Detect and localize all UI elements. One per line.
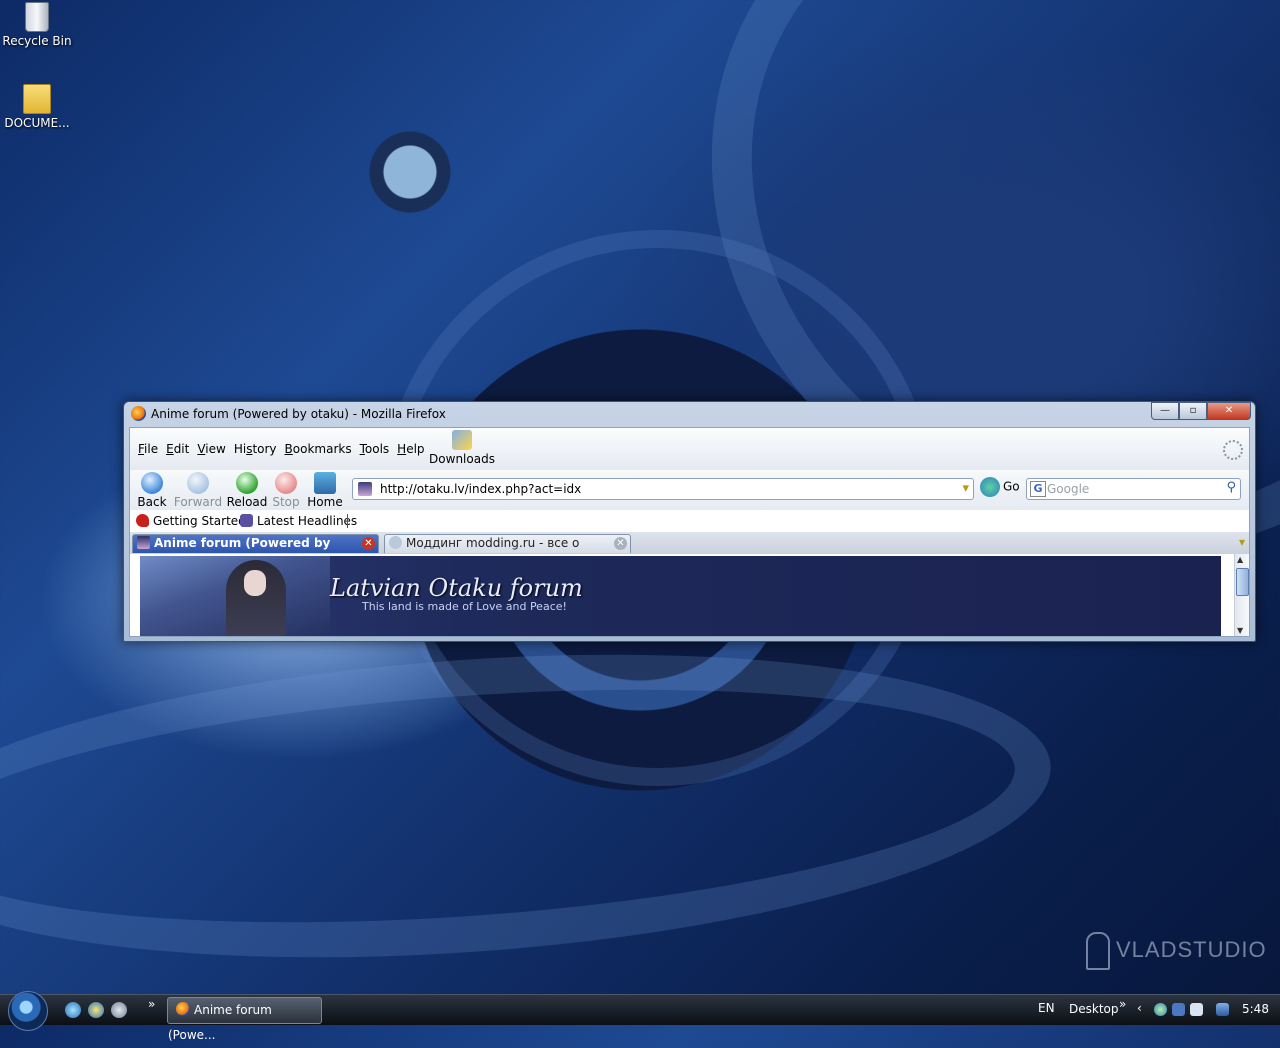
desktop-icon-label: DOCUME... bbox=[4, 116, 70, 130]
desktop-icon-documents[interactable]: DOCUME... bbox=[0, 84, 74, 130]
tab-anime-forum[interactable]: Anime forum (Powered by otaku) ✕ bbox=[132, 534, 379, 567]
navigation-toolbar: Back Forward Reload Stop Home http://ota… bbox=[130, 470, 1249, 511]
toolbar-separator bbox=[347, 514, 348, 528]
vladstudio-logo-icon bbox=[1086, 932, 1110, 970]
tab-modding[interactable]: Моддинг modding.ru - все о модди... ✕ bbox=[384, 534, 631, 567]
forward-arrow-icon bbox=[187, 472, 209, 494]
banner-subtitle: This land is made of Love and Peace! bbox=[362, 600, 567, 613]
tab-strip: Anime forum (Powered by otaku) ✕ Моддинг… bbox=[130, 532, 1249, 567]
downloads-label: Downloads bbox=[429, 452, 495, 466]
taskbar-button-firefox[interactable]: Anime forum (Powe... bbox=[167, 997, 322, 1042]
close-button[interactable]: ✕ bbox=[1207, 402, 1251, 420]
google-icon: G bbox=[1030, 481, 1046, 497]
bookmarks-toolbar: Getting Started Latest Headlines bbox=[130, 510, 1249, 533]
page-viewport: Latvian Otaku forum This land is made of… bbox=[130, 554, 1249, 636]
bookmark-getting-started[interactable]: Getting Started bbox=[136, 514, 246, 528]
tab-close-icon[interactable]: ✕ bbox=[614, 537, 627, 550]
dropdown-arrow-icon[interactable]: ▾ bbox=[962, 481, 969, 496]
menu-tools[interactable]: Tools bbox=[358, 442, 396, 456]
menu-file[interactable]: File bbox=[136, 442, 164, 456]
back-arrow-icon bbox=[141, 472, 163, 494]
tab-close-icon[interactable]: ✕ bbox=[362, 537, 375, 550]
firefox-window: Anime forum (Powered by otaku) - Mozilla… bbox=[123, 401, 1256, 642]
scrollbar-thumb[interactable] bbox=[1236, 568, 1249, 596]
start-button[interactable] bbox=[8, 991, 48, 1031]
reload-icon bbox=[236, 472, 258, 494]
folder-icon bbox=[23, 84, 51, 114]
tray-expand-icon[interactable]: ‹ bbox=[1137, 1001, 1142, 1015]
desktop-toolbar-label[interactable]: Desktop bbox=[1069, 1002, 1119, 1016]
menu-list: File Edit View History Bookmarks Tools H… bbox=[136, 442, 431, 456]
window-controls: — ▫ ✕ bbox=[1151, 402, 1251, 420]
tray-app-icon[interactable] bbox=[1190, 1003, 1203, 1016]
wallpaper-swoosh bbox=[0, 619, 1061, 993]
home-button[interactable]: Home bbox=[304, 472, 346, 509]
reload-button[interactable]: Reload bbox=[224, 472, 270, 509]
menu-bookmarks[interactable]: Bookmarks bbox=[283, 442, 358, 456]
quicklaunch-app-icon[interactable] bbox=[111, 1002, 127, 1018]
recycle-bin-icon bbox=[25, 2, 49, 32]
back-button[interactable]: Back bbox=[130, 472, 174, 509]
desktop-toolbar-more-icon[interactable]: » bbox=[1119, 997, 1126, 1011]
search-input[interactable]: G Google ⚲ bbox=[1026, 478, 1241, 500]
go-icon bbox=[980, 477, 1000, 497]
menu-edit[interactable]: Edit bbox=[164, 442, 195, 456]
throbber-icon bbox=[1223, 440, 1243, 460]
vertical-scrollbar[interactable]: ▲ ▼ bbox=[1234, 554, 1249, 636]
search-placeholder: Google bbox=[1047, 482, 1090, 496]
menu-history[interactable]: History bbox=[232, 442, 283, 456]
firefox-icon bbox=[131, 406, 146, 421]
window-title: Anime forum (Powered by otaku) - Mozilla… bbox=[151, 407, 446, 421]
desktop-icon-recycle-bin[interactable]: Recycle Bin bbox=[0, 2, 74, 48]
desktop-icon-label: Recycle Bin bbox=[2, 34, 72, 48]
scroll-down-icon[interactable]: ▼ bbox=[1237, 626, 1243, 635]
scroll-up-icon[interactable]: ▲ bbox=[1237, 555, 1243, 564]
minimize-button[interactable]: — bbox=[1151, 402, 1179, 420]
clock[interactable]: 5:48 bbox=[1242, 1002, 1269, 1016]
browser-chrome: File Edit View History Bookmarks Tools H… bbox=[129, 427, 1250, 637]
address-url: http://otaku.lv/index.php?act=idx bbox=[380, 482, 582, 496]
wallpaper-watermark: VLADSTUDIO bbox=[1086, 932, 1267, 970]
internet-explorer-icon[interactable] bbox=[88, 1002, 104, 1018]
site-favicon-icon bbox=[358, 482, 372, 496]
quicklaunch-more-icon[interactable]: » bbox=[148, 997, 155, 1011]
window-titlebar[interactable]: Anime forum (Powered by otaku) - Mozilla… bbox=[124, 402, 1255, 426]
firefox-icon bbox=[176, 1002, 190, 1016]
stop-button[interactable]: Stop bbox=[266, 472, 306, 509]
go-button[interactable]: Go bbox=[980, 477, 1020, 497]
maximize-button[interactable]: ▫ bbox=[1179, 402, 1207, 420]
facebook-icon[interactable] bbox=[1172, 1003, 1185, 1016]
menu-help[interactable]: Help bbox=[395, 442, 430, 456]
forum-banner: Latvian Otaku forum This land is made of… bbox=[140, 556, 1221, 636]
network-globe-icon[interactable] bbox=[1154, 1003, 1167, 1016]
quicklaunch-desktop-icon[interactable] bbox=[65, 1002, 81, 1018]
bookmark-latest-headlines[interactable]: Latest Headlines bbox=[240, 514, 357, 528]
downloads-button[interactable]: Downloads bbox=[429, 430, 495, 466]
address-bar[interactable]: http://otaku.lv/index.php?act=idx ▾ bbox=[352, 478, 974, 500]
tab-list-icon[interactable]: ▾ bbox=[1239, 535, 1245, 549]
language-indicator[interactable]: EN bbox=[1038, 1001, 1055, 1015]
menu-view[interactable]: View bbox=[195, 442, 231, 456]
tab-favicon-icon bbox=[389, 536, 402, 549]
search-icon[interactable]: ⚲ bbox=[1226, 480, 1236, 495]
rss-icon bbox=[240, 514, 253, 527]
downloads-icon bbox=[452, 430, 472, 450]
taskbar: » Anime forum (Powe... EN Desktop » ‹ 5:… bbox=[0, 991, 1280, 1042]
network-icon[interactable] bbox=[1216, 1003, 1229, 1016]
tab-favicon-icon bbox=[137, 536, 150, 549]
menu-bar: File Edit View History Bookmarks Tools H… bbox=[130, 428, 1249, 471]
home-icon bbox=[314, 472, 336, 494]
getting-started-icon bbox=[136, 514, 149, 527]
banner-title: Latvian Otaku forum bbox=[330, 574, 583, 602]
forward-button[interactable]: Forward bbox=[172, 472, 224, 509]
banner-character-face bbox=[244, 570, 266, 596]
stop-icon bbox=[275, 472, 297, 494]
